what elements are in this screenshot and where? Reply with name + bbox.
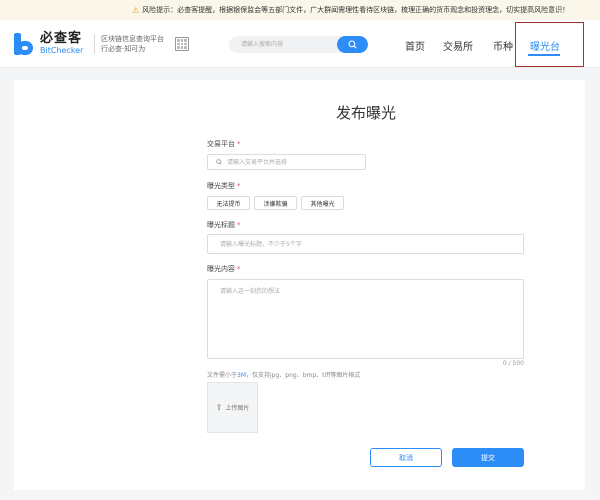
search-box <box>229 36 368 53</box>
exposure-form-card: 发布曝光 交易平台* 曝光类型* 无法提币 涉嫌欺骗 其他曝光 曝光标题* 曝光… <box>14 80 585 490</box>
nav-exchange[interactable]: 交易所 <box>443 38 473 53</box>
submit-button[interactable]: 提交 <box>452 448 524 467</box>
type-option-other[interactable]: 其他曝光 <box>301 196 344 210</box>
risk-warning-banner: ⚠ 风险提示： 必查客提醒，根据银保监会等五部门文件，广大群闻需理性看待区块链，… <box>0 0 600 20</box>
type-label: 曝光类型 * <box>207 182 241 190</box>
upload-label: 上传图片 <box>225 405 250 412</box>
slogan-line-2: 行必查·知可为 <box>101 45 146 53</box>
slogan-line-1: 区块链信息查询平台 <box>101 35 164 43</box>
warning-icon: ⚠ <box>132 5 140 15</box>
search-icon <box>348 40 357 49</box>
title-input[interactable] <box>207 234 524 254</box>
platform-label: 交易平台 * <box>207 140 241 148</box>
platform-input[interactable] <box>227 158 365 166</box>
file-hint: 文件需小于3M，仅支持jpg、png、bmp、tiff等图片格式 <box>207 372 361 379</box>
qr-code-icon[interactable] <box>175 37 189 51</box>
title-label: 曝光标题 * <box>207 221 241 229</box>
annotation-highlight-box <box>515 22 584 67</box>
page-title: 发布曝光 <box>335 104 396 122</box>
divider <box>94 34 95 54</box>
risk-warning-label: 风险提示： <box>142 6 178 14</box>
logo-name: 必查客 <box>40 31 83 46</box>
site-header: 必查客 BitChecker 区块链信息查询平台 行必查·知可为 首页 交易所 … <box>0 20 600 68</box>
char-counter: 0 / 500 <box>502 360 524 367</box>
logo[interactable]: 必查客 BitChecker <box>14 32 83 55</box>
logo-icon <box>14 32 34 55</box>
nav-home[interactable]: 首页 <box>405 38 425 53</box>
slogan: 区块链信息查询平台 行必查·知可为 <box>101 34 164 54</box>
risk-warning-text: 必查客提醒，根据银保监会等五部门文件，广大群闻需理性看待区块链，梳理正确的货币观… <box>177 6 570 14</box>
cancel-button[interactable]: 取消 <box>370 448 442 467</box>
type-option-fraud[interactable]: 涉嫌欺骗 <box>254 196 297 210</box>
search-icon <box>216 159 222 165</box>
content-label: 曝光内容 * <box>207 265 241 273</box>
logo-english-name: BitChecker <box>40 46 84 55</box>
search-input[interactable] <box>229 36 337 53</box>
upload-image-button[interactable]: ⇧ 上传图片 <box>207 382 258 433</box>
upload-icon: ⇧ <box>215 403 223 412</box>
type-option-withdraw[interactable]: 无法提币 <box>207 196 250 210</box>
platform-field[interactable] <box>207 154 366 170</box>
content-textarea[interactable] <box>207 279 524 359</box>
search-button[interactable] <box>337 36 368 53</box>
nav-coin[interactable]: 币种 <box>493 38 513 53</box>
